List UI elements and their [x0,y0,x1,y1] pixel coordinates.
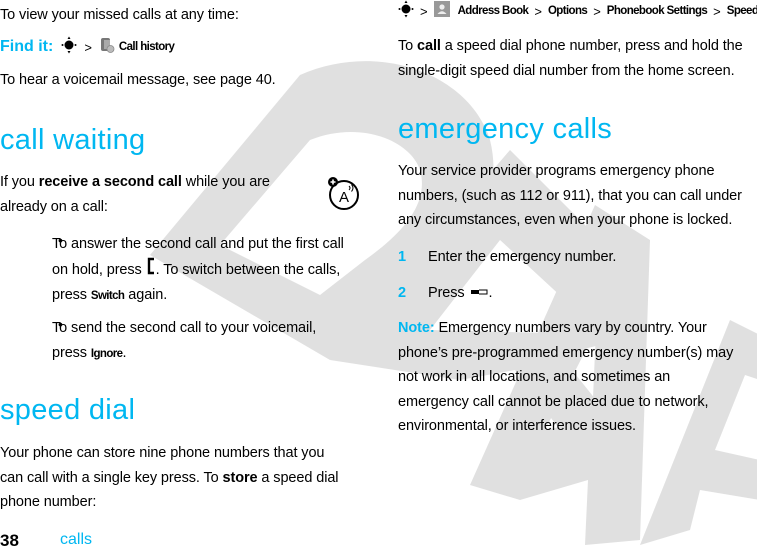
emergency-step-2: 2 Press . [398,281,493,306]
speed-dial-menu-item[interactable]: Speed Dial [727,5,757,17]
step-text-end: . [488,285,493,302]
left-soft-key-icon [146,257,156,284]
call-waiting-intro: If you receive a second call while you a… [0,170,300,219]
note-line2: phone’s pre-programmed emergency number(… [398,344,734,361]
emergency-note: Note: Emergency numbers vary by country.… [398,316,757,439]
speed-dial-line2-pre: can call with a single key press. To [0,469,223,486]
path-separator: > [713,3,721,19]
intro-bold-text: receive a second call [38,174,182,190]
note-label: Note: [398,320,435,336]
intro-text: If you [0,174,39,190]
call-bold: call [417,38,441,54]
path-separator: > [420,3,428,19]
bullet-1-line1: To answer the second call and put the fi… [52,236,344,252]
path-separator: > [593,3,601,19]
call-text-post: a speed dial phone number, press and hol… [440,38,743,54]
speed-dial-line1: Your phone can store nine phone numbers … [0,445,325,461]
send-key-icon [469,281,489,306]
call-text-line2: single-digit speed dial number from the … [398,62,735,79]
call-history-icon [99,36,115,59]
call-waiting-bullet-1: • To answer the second call and put the … [0,232,370,309]
phonebook-settings-menu-item[interactable]: Phonebook Settings [607,5,708,17]
note-line3: not work in all locations, and sometimes… [398,369,671,385]
bullet-1-line2-post: . To switch between the calls, [155,261,341,278]
svg-text:A: A [339,189,349,206]
emergency-step-1: 1 Enter the emergency number. [398,245,616,270]
emergency-line1: Your service provider programs emergency… [398,163,715,179]
emergency-line2: numbers, (such as 112 or 911), that you … [398,187,742,204]
bullet-2-line2-post: . [122,344,127,361]
bullet-2-line2-pre: press [52,344,91,361]
network-feature-icon: A [325,173,361,216]
call-history-menu-item[interactable]: Call history [119,41,175,53]
note-line4: emergency call cannot be placed due to n… [398,393,709,410]
call-speed-dial-text: To call a speed dial phone number, press… [398,34,757,83]
step-text: Press [428,285,469,302]
nav-key-icon [398,0,414,23]
step-number: 2 [398,285,406,302]
bullet-1-line3-pre: press [52,287,91,303]
path-separator: > [84,39,92,55]
speed-dial-line3: phone number: [0,494,97,510]
page-number: 38 [0,531,19,550]
section-name: calls [60,531,93,548]
nav-key-icon [61,36,77,59]
emergency-calls-heading: emergency calls [398,113,613,145]
emergency-line3: any circumstances, even when your phone … [398,212,733,228]
switch-menu-item[interactable]: Switch [91,290,125,302]
call-waiting-bullet-2: • To send the second call to your voicem… [0,316,370,366]
step-text: Enter the emergency number. [428,249,617,265]
path-separator: > [534,3,542,19]
intro-text-end: while you are [181,174,270,190]
options-menu-item[interactable]: Options [548,5,588,17]
call-waiting-heading: call waiting [0,124,146,156]
address-book-menu-item[interactable]: Address Book [458,5,529,17]
speed-dial-menu-path: > Address Book > Options > Phonebook Set… [398,0,757,22]
bullet-dot: • [58,232,63,248]
find-it-label: Find it: [0,38,54,55]
intro-line2: already on a call: [0,198,108,215]
voicemail-text: To hear a voicemail message, see page 40… [0,72,276,88]
call-text-pre: To [398,38,418,54]
bullet-2-line1: To send the second call to your voicemai… [52,320,317,336]
missed-calls-intro: To view your missed calls at any time: [0,7,239,23]
bullet-1-line3-post: again. [124,287,168,303]
bullet-1-line2-pre: on hold, press [52,261,146,278]
emergency-paragraph: Your service provider programs emergency… [398,159,757,233]
speed-dial-text: Your phone can store nine phone numbers … [0,441,370,515]
note-line5: environmental, or interference issues. [398,418,636,434]
speed-dial-line2-post: a speed dial [257,469,339,486]
note-line1: Emergency numbers vary by country. Your [434,320,707,336]
bullet-dot: • [58,316,63,332]
speed-dial-store-bold: store [222,469,258,486]
address-book-icon [433,0,450,22]
ignore-menu-item[interactable]: Ignore [91,348,123,360]
find-it-path: Find it: > Call history [0,35,175,59]
step-number: 1 [398,249,406,265]
speed-dial-heading: speed dial [0,394,136,426]
